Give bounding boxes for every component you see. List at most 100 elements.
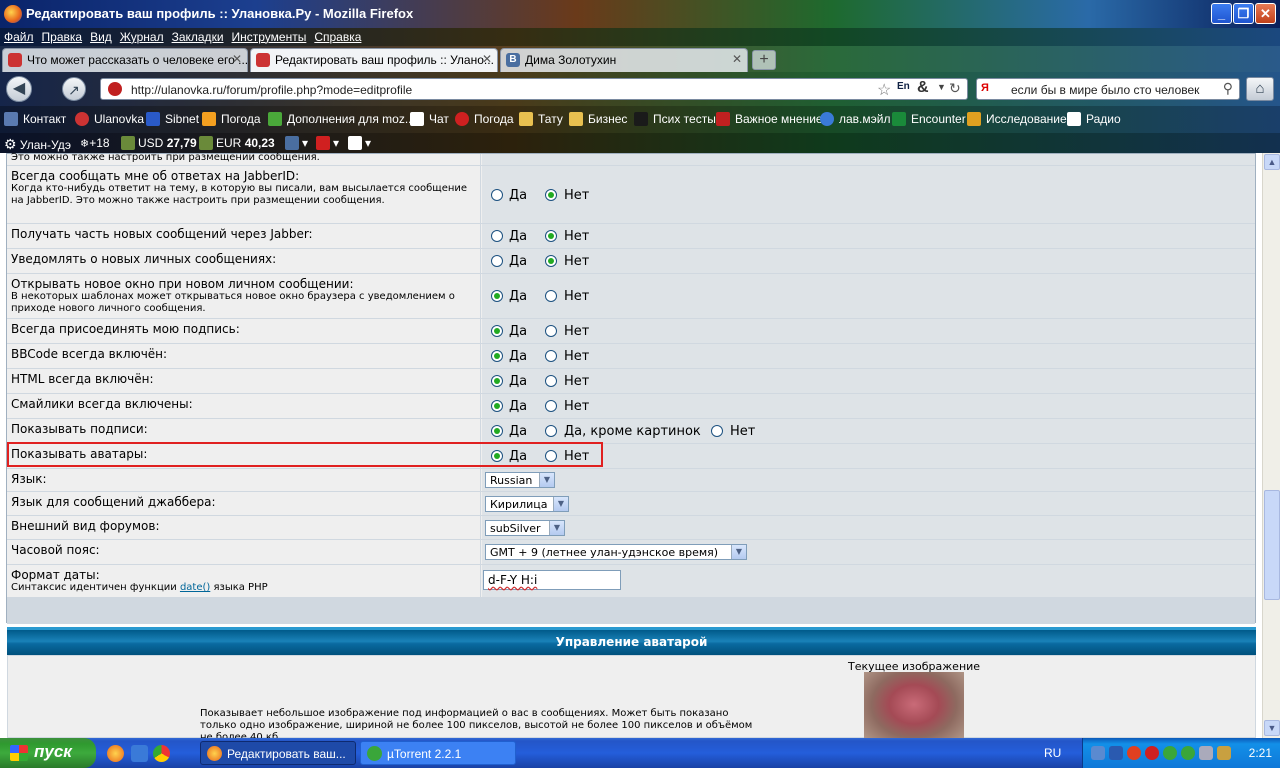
temperature-widget[interactable]: ❄+18 — [80, 136, 110, 150]
scroll-down-icon[interactable]: ▼ — [1264, 720, 1280, 736]
bookmark-weather[interactable]: Погода — [202, 112, 261, 126]
jabber-part-yes-radio[interactable] — [491, 230, 503, 242]
bookmark-business[interactable]: Бизнес — [569, 112, 627, 126]
jabber-notify-yes-radio[interactable] — [491, 189, 503, 201]
jabber-language-select[interactable]: Кирилица ▼ — [485, 496, 569, 512]
bbcode-yes-radio[interactable] — [491, 350, 503, 362]
desktop-quicklaunch-icon[interactable] — [131, 745, 148, 762]
speaker-icon[interactable] — [1199, 746, 1213, 760]
scrollbar-thumb[interactable] — [1264, 490, 1280, 600]
opera-icon[interactable] — [1127, 746, 1141, 760]
reload-icon[interactable]: ↻ — [949, 80, 961, 97]
popup-pm-yes-radio[interactable] — [491, 290, 503, 302]
show-sigs-yes-no-images-radio[interactable] — [545, 425, 557, 437]
show-sigs-no-radio[interactable] — [711, 425, 723, 437]
tab-close-icon[interactable]: ✕ — [482, 52, 492, 66]
utorrent-tray-icon[interactable] — [1163, 746, 1177, 760]
bookmark-addons[interactable]: Дополнения для moz... — [268, 112, 415, 126]
tab-article[interactable]: Что может рассказать о человеке его ... … — [2, 48, 248, 72]
home-button[interactable]: ⌂ — [1246, 77, 1274, 101]
menu-edit[interactable]: Правка — [38, 28, 87, 44]
share-icon[interactable]: ↗ — [62, 77, 86, 101]
bookmark-love-mail[interactable]: лав.мэйл — [820, 112, 890, 126]
style-select[interactable]: subSilver ▼ — [485, 520, 565, 536]
bookmark-radio[interactable]: Радио — [1067, 112, 1121, 126]
bbcode-no-radio[interactable] — [545, 350, 557, 362]
search-input[interactable]: если бы в мире было сто человек — [1011, 83, 1199, 97]
maximize-button[interactable]: ❐ — [1233, 3, 1254, 24]
language-select[interactable]: Russian ▼ — [485, 472, 555, 488]
menu-tools[interactable]: Инструменты — [228, 28, 311, 44]
back-button[interactable]: ◀ — [6, 76, 32, 102]
language-badge[interactable]: En — [897, 81, 910, 92]
show-sigs-yes-radio[interactable] — [491, 425, 503, 437]
chevron-down-icon[interactable]: ▼ — [937, 82, 946, 92]
bookmark-tattoo[interactable]: Тату — [519, 112, 563, 126]
html-no-radio[interactable] — [545, 375, 557, 387]
bookmark-sibnet[interactable]: Sibnet — [146, 112, 199, 126]
smilies-yes-radio[interactable] — [491, 400, 503, 412]
attach-sig-no-radio[interactable] — [545, 325, 557, 337]
attach-sig-yes-radio[interactable] — [491, 325, 503, 337]
language-indicator[interactable]: RU — [1044, 746, 1061, 760]
bookmark-encounter[interactable]: Encounter — [892, 112, 966, 126]
bookmark-star-icon[interactable]: ☆ — [877, 80, 891, 100]
notify-pm-no-radio[interactable] — [545, 255, 557, 267]
timezone-select[interactable]: GMT + 9 (летнее улан-удэнское время) ▼ — [485, 544, 747, 560]
usd-rate[interactable]: USD 27,79 — [121, 136, 197, 150]
date-format-input[interactable]: d-F-Y H:i — [483, 570, 621, 590]
url-bar[interactable]: http://ulanovka.ru/forum/profile.php?mod… — [100, 78, 968, 100]
popup-pm-no-radio[interactable] — [545, 290, 557, 302]
firefox-quicklaunch-icon[interactable] — [107, 745, 124, 762]
row-popup-pm: Открывать новое окно при новом личном со… — [7, 274, 1255, 319]
b-addon[interactable]: ▾ — [348, 136, 371, 150]
vertical-scrollbar[interactable]: ▲ ▼ — [1262, 153, 1280, 738]
tab-vk-profile[interactable]: B Дима Золотухин ✕ — [500, 48, 748, 72]
close-button[interactable]: ✕ — [1255, 3, 1276, 24]
tab-close-icon[interactable]: ✕ — [732, 52, 742, 66]
clock[interactable]: 2:21 — [1249, 746, 1272, 760]
bookmark-important-opinion[interactable]: Важное мнение — [716, 112, 823, 126]
jabber-part-no-radio[interactable] — [545, 230, 557, 242]
utorrent-tray-icon[interactable] — [1181, 746, 1195, 760]
notify-pm-yes-radio[interactable] — [491, 255, 503, 267]
tab-edit-profile[interactable]: Редактировать ваш профиль :: Улано... ✕ — [250, 48, 498, 72]
start-button[interactable]: пуск — [0, 738, 96, 768]
vk-addon[interactable]: ▾ — [285, 136, 308, 150]
html-yes-radio[interactable] — [491, 375, 503, 387]
eur-rate[interactable]: EUR 40,23 — [199, 136, 275, 150]
bookmark-chat[interactable]: Чат — [410, 112, 449, 126]
bookmark-kontakt[interactable]: Контакт — [4, 112, 66, 126]
app-tray-icon[interactable] — [1217, 746, 1231, 760]
menu-file[interactable]: Файл — [0, 28, 38, 44]
search-box[interactable]: Я если бы в мире было сто человек ⚲ — [976, 78, 1240, 100]
ampersand-icon[interactable]: & — [917, 79, 929, 97]
menu-help[interactable]: Справка — [310, 28, 365, 44]
menu-bookmarks[interactable]: Закладки — [168, 28, 228, 44]
bookmark-research[interactable]: Исследование — [967, 112, 1067, 126]
menu-history[interactable]: Журнал — [116, 28, 168, 44]
jabber-notify-no-radio[interactable] — [545, 189, 557, 201]
scroll-up-icon[interactable]: ▲ — [1264, 154, 1280, 170]
new-tab-button[interactable]: + — [752, 50, 776, 70]
bookmark-weather-2[interactable]: Погода — [455, 112, 514, 126]
weather-widget[interactable]: ⚙ Улан-Удэ — [4, 136, 71, 153]
network-icon[interactable] — [1091, 746, 1105, 760]
window-title-bar[interactable]: Редактировать ваш профиль :: Улановка.Ру… — [0, 0, 1280, 28]
table-row: Это можно также настроить при размещении… — [7, 153, 1255, 166]
tab-close-icon[interactable]: ✕ — [232, 52, 242, 66]
chrome-quicklaunch-icon[interactable] — [153, 745, 170, 762]
bookmark-ulanovka[interactable]: Ulanovka — [75, 112, 144, 126]
task-firefox[interactable]: Редактировать ваш... — [200, 741, 356, 765]
minimize-button[interactable]: _ — [1211, 3, 1232, 24]
smilies-no-radio[interactable] — [545, 400, 557, 412]
network-icon[interactable] — [1109, 746, 1123, 760]
task-utorrent[interactable]: µTorrent 2.2.1 — [360, 741, 516, 765]
bookmark-psych-tests[interactable]: Псих тесты — [634, 112, 716, 126]
search-icon[interactable]: ⚲ — [1223, 80, 1233, 97]
mail-addon[interactable]: ▾ — [316, 136, 339, 150]
menu-view[interactable]: Вид — [86, 28, 116, 44]
yandex-icon[interactable]: Я — [981, 82, 989, 94]
flash-icon[interactable] — [1145, 746, 1159, 760]
date-function-link[interactable]: date() — [180, 582, 210, 593]
